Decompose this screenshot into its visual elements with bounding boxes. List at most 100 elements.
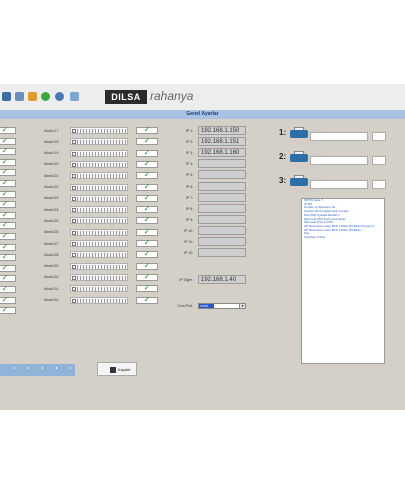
modul-checkbox[interactable] xyxy=(72,219,76,224)
modul-active-checkbox[interactable]: ✓ xyxy=(136,147,158,157)
printer-extra-field[interactable] xyxy=(372,156,386,165)
modul-checkbox[interactable] xyxy=(72,185,76,190)
modul-checkbox[interactable] xyxy=(72,253,76,258)
modul-checkbox[interactable] xyxy=(72,242,76,246)
modul-slot[interactable] xyxy=(70,127,128,134)
brush-icon[interactable] xyxy=(28,92,37,101)
modul-slot[interactable] xyxy=(70,285,128,293)
modul-slot[interactable] xyxy=(70,172,128,180)
gear-icon[interactable] xyxy=(55,92,64,101)
left-checkbox[interactable]: ✓ xyxy=(0,263,16,272)
modul-slot[interactable] xyxy=(70,228,128,236)
printer-extra-field[interactable] xyxy=(372,180,386,189)
modul-checkbox[interactable] xyxy=(72,162,76,167)
modul-slot[interactable] xyxy=(70,217,128,225)
check-circle-icon[interactable] xyxy=(41,92,50,101)
left-checkbox[interactable]: ✓ xyxy=(0,210,16,219)
modul-checkbox[interactable] xyxy=(72,151,76,156)
printer-icon[interactable] xyxy=(2,92,11,101)
left-checkbox[interactable]: ✓ xyxy=(0,199,16,209)
printer-extra-field[interactable] xyxy=(372,132,386,141)
modul-slot[interactable] xyxy=(70,206,128,214)
ip-other-input[interactable]: 192.168.1.40 xyxy=(198,275,246,284)
ip-input[interactable] xyxy=(198,203,246,213)
modul-active-checkbox[interactable]: ✓ xyxy=(136,227,158,236)
modul-checkbox[interactable] xyxy=(72,196,76,201)
modul-active-checkbox[interactable]: ✓ xyxy=(136,159,158,168)
modul-checkbox[interactable] xyxy=(72,298,76,303)
check-icon: ✓ xyxy=(143,181,151,191)
ip-input[interactable]: 192.168.1.151 xyxy=(198,137,246,147)
left-checkbox[interactable]: ✓ xyxy=(0,157,16,166)
chevron-down-icon[interactable]: ▼ xyxy=(239,304,245,308)
modul-active-checkbox[interactable]: ✓ xyxy=(136,181,158,191)
left-checkbox[interactable]: ✓ xyxy=(0,252,16,262)
modul-active-checkbox[interactable]: ✓ xyxy=(136,125,158,134)
slider-bar[interactable] xyxy=(0,364,75,376)
printer-name-field[interactable] xyxy=(310,132,368,141)
list-icon[interactable] xyxy=(15,92,24,101)
left-checkbox[interactable]: ✓ xyxy=(0,189,16,198)
ip-input[interactable] xyxy=(198,248,246,258)
modul-slot[interactable] xyxy=(70,296,128,304)
printer-name-field[interactable] xyxy=(310,156,368,165)
left-checkbox[interactable]: ✓ xyxy=(0,125,16,134)
modul-active-checkbox[interactable]: ✓ xyxy=(136,295,158,304)
left-checkbox[interactable]: ✓ xyxy=(0,146,16,156)
modul-active-checkbox[interactable]: ✓ xyxy=(136,204,158,214)
ip-input[interactable]: 192.168.1.150 xyxy=(198,126,246,135)
modul-slot[interactable] xyxy=(70,262,128,270)
monitor-icon[interactable] xyxy=(70,92,79,101)
modul-slot[interactable] xyxy=(70,138,128,146)
modul-slot[interactable] xyxy=(70,160,128,168)
modul-checkbox[interactable] xyxy=(72,264,76,269)
modul-progress xyxy=(77,264,127,269)
ip-input[interactable] xyxy=(198,181,246,191)
left-checkbox[interactable]: ✓ xyxy=(0,136,16,145)
left-checkbox[interactable]: ✓ xyxy=(0,305,16,315)
modul-checkbox[interactable] xyxy=(72,275,76,280)
left-checkbox[interactable]: ✓ xyxy=(0,273,16,283)
left-checkbox[interactable]: ✓ xyxy=(0,242,16,251)
ip-input[interactable] xyxy=(198,159,246,169)
printer-list-item[interactable]: OneNote Printer xyxy=(302,235,384,240)
left-checkbox[interactable]: ✓ xyxy=(0,178,16,187)
modul-slot[interactable] xyxy=(70,251,128,259)
left-checkbox[interactable]: ✓ xyxy=(0,167,16,177)
modul-active-checkbox[interactable]: ✓ xyxy=(136,215,158,225)
modul-slot[interactable] xyxy=(70,273,128,281)
modul-active-checkbox[interactable]: ✓ xyxy=(136,136,158,146)
left-checkbox[interactable]: ✓ xyxy=(0,220,16,230)
ip-input[interactable] xyxy=(198,225,246,235)
modul-checkbox[interactable] xyxy=(72,287,76,292)
ip-input[interactable] xyxy=(198,214,246,224)
modul-active-checkbox[interactable]: ✓ xyxy=(136,249,158,259)
ip-input[interactable] xyxy=(198,237,246,246)
modul-active-checkbox[interactable]: ✓ xyxy=(136,283,158,293)
modul-slot[interactable] xyxy=(70,149,128,157)
modul-checkbox[interactable] xyxy=(72,140,76,145)
check-icon: ✓ xyxy=(143,147,151,157)
modul-slot[interactable] xyxy=(70,194,128,202)
modul-checkbox[interactable] xyxy=(72,230,76,235)
printer-name-field[interactable] xyxy=(310,180,368,189)
ip-input[interactable] xyxy=(198,192,246,202)
modul-active-checkbox[interactable]: ✓ xyxy=(136,272,158,281)
save-button[interactable]: Kaydet xyxy=(97,362,137,376)
left-checkbox[interactable]: ✓ xyxy=(0,295,16,304)
modul-active-checkbox[interactable]: ✓ xyxy=(136,238,158,247)
left-checkbox[interactable]: ✓ xyxy=(0,284,16,293)
modul-checkbox[interactable] xyxy=(72,174,76,179)
com-port-select[interactable]: COM1 ▼ xyxy=(198,303,246,309)
modul-active-checkbox[interactable]: ✓ xyxy=(136,170,158,180)
modul-slot[interactable] xyxy=(70,183,128,191)
modul-checkbox[interactable] xyxy=(72,129,76,133)
printer-listbox[interactable]: OPOS Kasa Y IP MS Gonder to Windows 7E Gond… xyxy=(301,198,385,364)
ip-input[interactable]: 192.168.1.160 xyxy=(198,148,246,158)
modul-active-checkbox[interactable]: ✓ xyxy=(136,193,158,202)
modul-checkbox[interactable] xyxy=(72,208,76,213)
left-checkbox[interactable]: ✓ xyxy=(0,231,16,240)
ip-input[interactable] xyxy=(198,170,246,180)
modul-slot[interactable] xyxy=(70,240,128,247)
modul-active-checkbox[interactable]: ✓ xyxy=(136,261,158,270)
